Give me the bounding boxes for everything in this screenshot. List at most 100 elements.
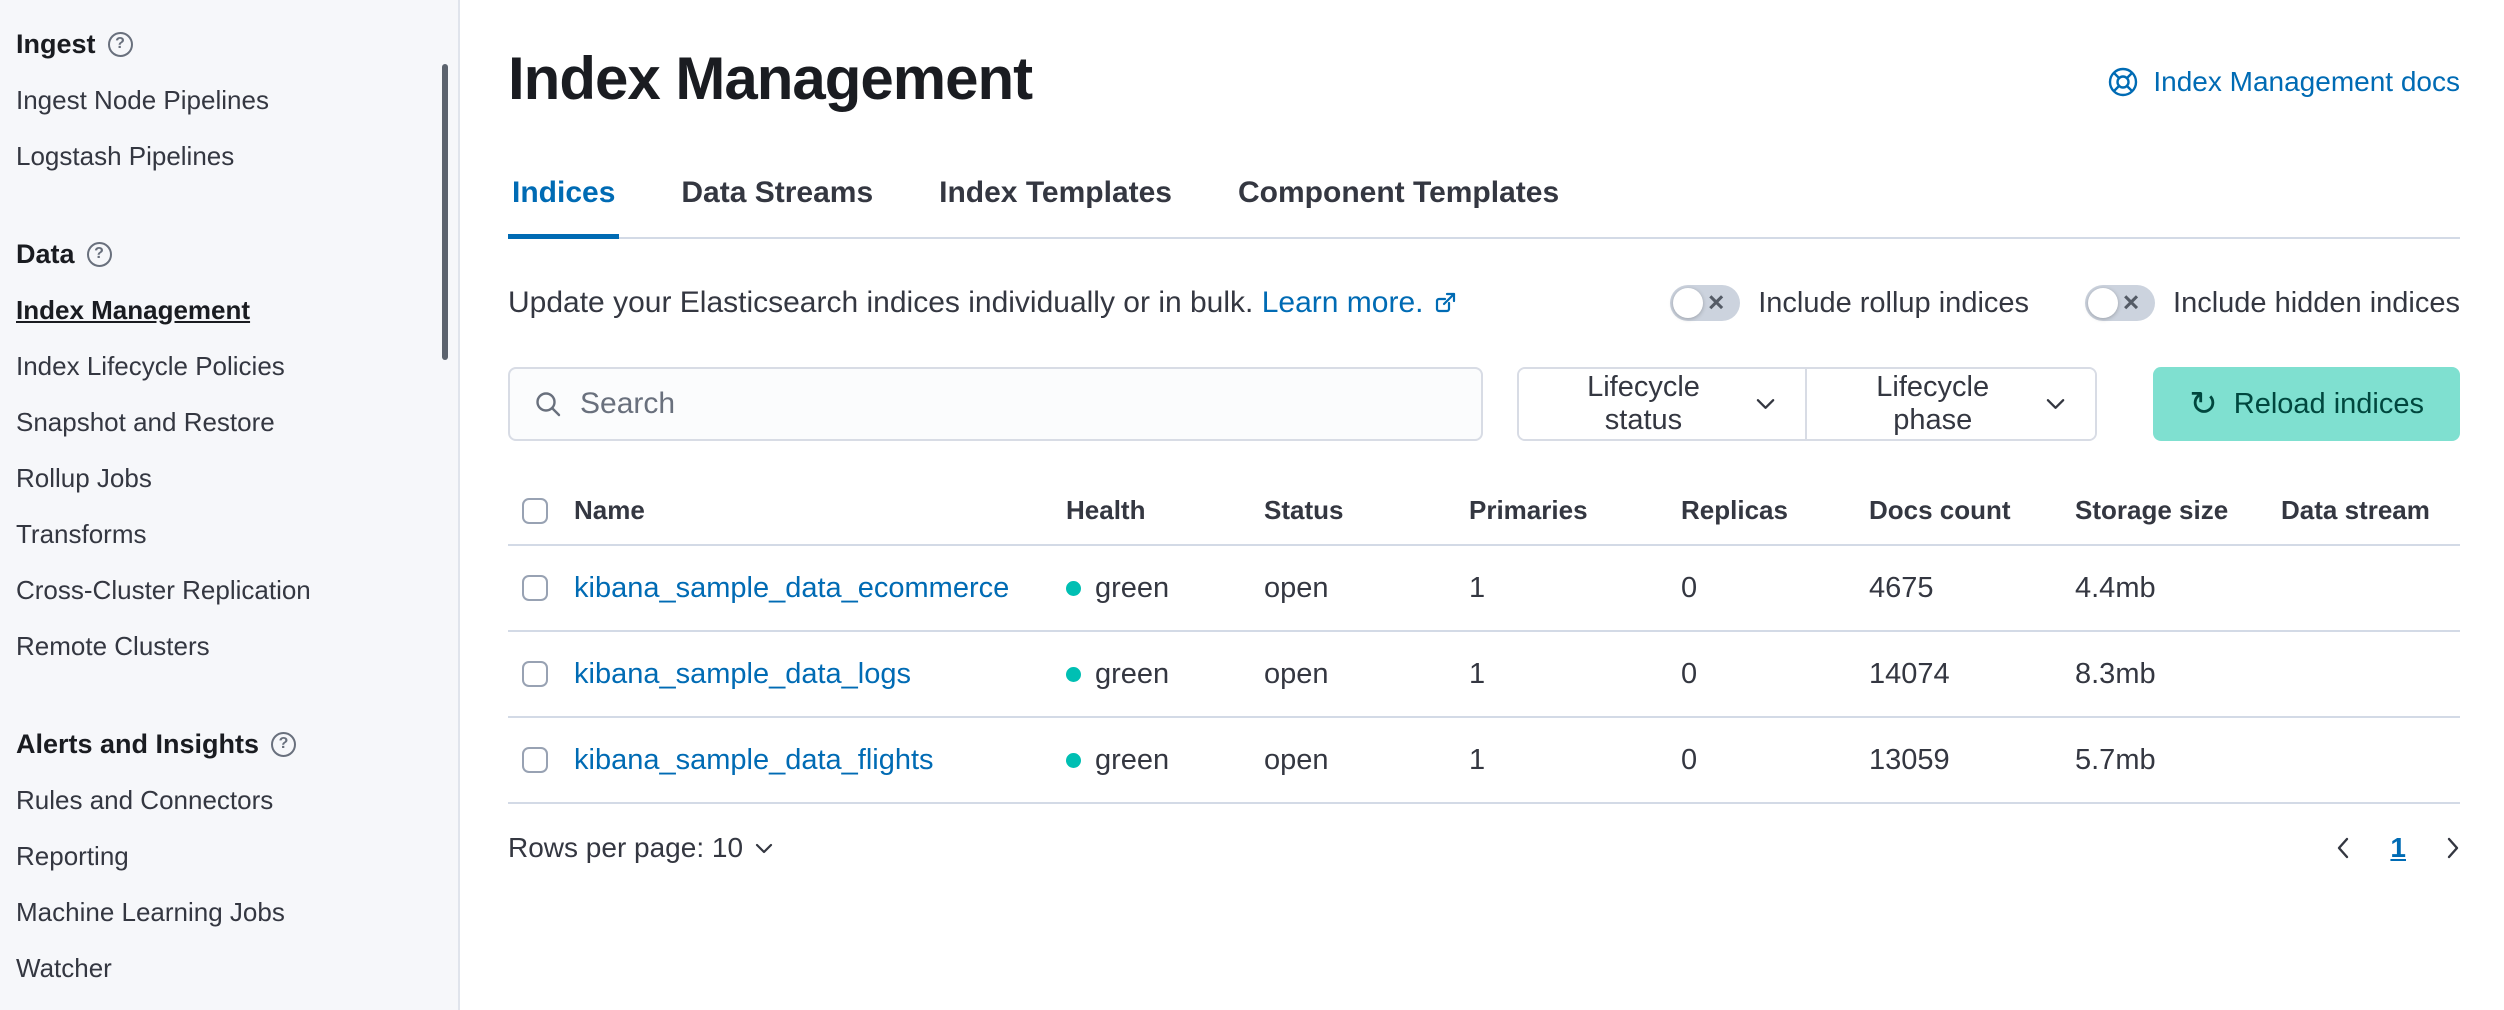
sidebar-section-ingest: Ingest ? Ingest Node Pipelines Logstash …	[16, 16, 430, 184]
column-header-data-stream: Data stream	[2281, 481, 2460, 545]
include-hidden-toggle[interactable]: ×	[2085, 285, 2155, 321]
index-name-link[interactable]: kibana_sample_data_ecommerce	[574, 572, 1009, 604]
page-number[interactable]: 1	[2390, 832, 2406, 864]
row-checkbox[interactable]	[522, 661, 548, 687]
next-page-button[interactable]	[2446, 837, 2460, 859]
select-all-checkbox[interactable]	[522, 498, 548, 524]
sidebar-section-data: Data ? Index Management Index Lifecycle …	[16, 226, 430, 674]
row-checkbox[interactable]	[522, 747, 548, 773]
description-row: Update your Elasticsearch indices indivi…	[508, 285, 2460, 321]
help-ring-icon	[2107, 66, 2139, 98]
sidebar-item-snapshot-and-restore[interactable]: Snapshot and Restore	[16, 394, 430, 450]
sidebar-item-machine-learning-jobs[interactable]: Machine Learning Jobs	[16, 884, 430, 940]
sidebar-item-reporting[interactable]: Reporting	[16, 828, 430, 884]
status-cell: open	[1264, 631, 1469, 717]
index-name-link[interactable]: kibana_sample_data_logs	[574, 658, 911, 690]
search-box	[508, 367, 1483, 441]
sidebar-heading-label: Data	[16, 239, 75, 270]
sidebar-item-index-management[interactable]: Index Management	[16, 282, 430, 338]
docs-count-cell: 13059	[1869, 717, 2075, 803]
row-checkbox[interactable]	[522, 575, 548, 601]
replicas-cell: 0	[1681, 545, 1869, 631]
health-dot-icon	[1066, 667, 1081, 682]
rollup-toggle-label: Include rollup indices	[1758, 287, 2029, 320]
app: Ingest ? Ingest Node Pipelines Logstash …	[0, 0, 2504, 1010]
replicas-cell: 0	[1681, 717, 1869, 803]
question-circle-icon: ?	[108, 32, 133, 57]
toggle-knob	[1673, 288, 1703, 318]
docs-link[interactable]: Index Management docs	[2107, 66, 2460, 98]
sidebar-item-logstash-pipelines[interactable]: Logstash Pipelines	[16, 128, 430, 184]
storage-size-cell: 4.4mb	[2075, 545, 2281, 631]
health-cell: green	[1066, 658, 1256, 691]
lifecycle-phase-filter[interactable]: Lifecycle phase	[1805, 369, 2095, 439]
column-header-health: Health	[1066, 481, 1264, 545]
tab-component-templates[interactable]: Component Templates	[1234, 176, 1563, 239]
sidebar-item-remote-clusters[interactable]: Remote Clusters	[16, 618, 430, 674]
chevron-left-icon	[2336, 837, 2350, 859]
data-stream-cell	[2281, 545, 2460, 631]
health-dot-icon	[1066, 581, 1081, 596]
table-row: kibana_sample_data_ecommerce green open …	[508, 545, 2460, 631]
search-input[interactable]	[510, 369, 1481, 439]
tab-indices[interactable]: Indices	[508, 176, 619, 239]
primaries-cell: 1	[1469, 717, 1681, 803]
include-rollup-toggle[interactable]: ×	[1670, 285, 1740, 321]
sidebar-section-alerts: Alerts and Insights ? Rules and Connecto…	[16, 716, 430, 996]
health-cell: green	[1066, 744, 1256, 777]
storage-size-cell: 8.3mb	[2075, 631, 2281, 717]
primaries-cell: 1	[1469, 545, 1681, 631]
sidebar-item-transforms[interactable]: Transforms	[16, 506, 430, 562]
index-name-link[interactable]: kibana_sample_data_flights	[574, 744, 934, 776]
sidebar-item-watcher[interactable]: Watcher	[16, 940, 430, 996]
replicas-cell: 0	[1681, 631, 1869, 717]
sidebar-scrollbar[interactable]	[442, 64, 448, 360]
toggle-knob	[2088, 288, 2118, 318]
table-header-row: Name Health Status Primaries Replicas Do…	[508, 481, 2460, 545]
refresh-icon: ↻	[2189, 387, 2218, 421]
previous-page-button[interactable]	[2336, 837, 2350, 859]
toggle-off-x-icon: ×	[1708, 288, 1724, 316]
chevron-down-icon	[755, 842, 773, 854]
sidebar-item-rules-and-connectors[interactable]: Rules and Connectors	[16, 772, 430, 828]
question-circle-icon: ?	[271, 732, 296, 757]
sidebar-heading-alerts: Alerts and Insights ?	[16, 716, 430, 772]
question-circle-icon: ?	[87, 242, 112, 267]
controls-row: Lifecycle status Lifecycle phase ↻ Reloa…	[508, 367, 2460, 441]
data-stream-cell	[2281, 631, 2460, 717]
tab-data-streams[interactable]: Data Streams	[677, 176, 877, 239]
page-header: Index Management Index Management docs	[508, 36, 2460, 112]
reload-indices-button[interactable]: ↻ Reload indices	[2153, 367, 2460, 441]
hidden-toggle-group: × Include hidden indices	[2085, 285, 2460, 321]
sidebar: Ingest ? Ingest Node Pipelines Logstash …	[0, 0, 460, 1010]
rows-per-page-button[interactable]: Rows per page: 10	[508, 832, 773, 864]
sidebar-item-ingest-node-pipelines[interactable]: Ingest Node Pipelines	[16, 72, 430, 128]
column-header-primaries: Primaries	[1469, 481, 1681, 545]
pagination: 1	[2336, 832, 2460, 864]
chevron-down-icon	[1756, 397, 1775, 411]
storage-size-cell: 5.7mb	[2075, 717, 2281, 803]
lifecycle-status-filter[interactable]: Lifecycle status	[1519, 369, 1805, 439]
filter-group: Lifecycle status Lifecycle phase	[1517, 367, 2097, 441]
sidebar-item-cross-cluster-replication[interactable]: Cross-Cluster Replication	[16, 562, 430, 618]
status-cell: open	[1264, 717, 1469, 803]
docs-count-cell: 14074	[1869, 631, 2075, 717]
page-title: Index Management	[508, 46, 1032, 112]
learn-more-link[interactable]: Learn more.	[1262, 286, 1458, 320]
table-row: kibana_sample_data_flights green open 1 …	[508, 717, 2460, 803]
tab-bar: Indices Data Streams Index Templates Com…	[508, 176, 2460, 239]
rollup-toggle-group: × Include rollup indices	[1670, 285, 2029, 321]
hidden-toggle-label: Include hidden indices	[2173, 287, 2460, 320]
table-row: kibana_sample_data_logs green open 1 0 1…	[508, 631, 2460, 717]
column-header-name: Name	[574, 481, 1066, 545]
health-cell: green	[1066, 572, 1256, 605]
sidebar-item-index-lifecycle-policies[interactable]: Index Lifecycle Policies	[16, 338, 430, 394]
toggle-off-x-icon: ×	[2123, 288, 2139, 316]
column-header-docs-count: Docs count	[1869, 481, 2075, 545]
chevron-right-icon	[2446, 837, 2460, 859]
docs-count-cell: 4675	[1869, 545, 2075, 631]
sidebar-item-rollup-jobs[interactable]: Rollup Jobs	[16, 450, 430, 506]
tab-index-templates[interactable]: Index Templates	[935, 176, 1176, 239]
status-cell: open	[1264, 545, 1469, 631]
data-stream-cell	[2281, 717, 2460, 803]
